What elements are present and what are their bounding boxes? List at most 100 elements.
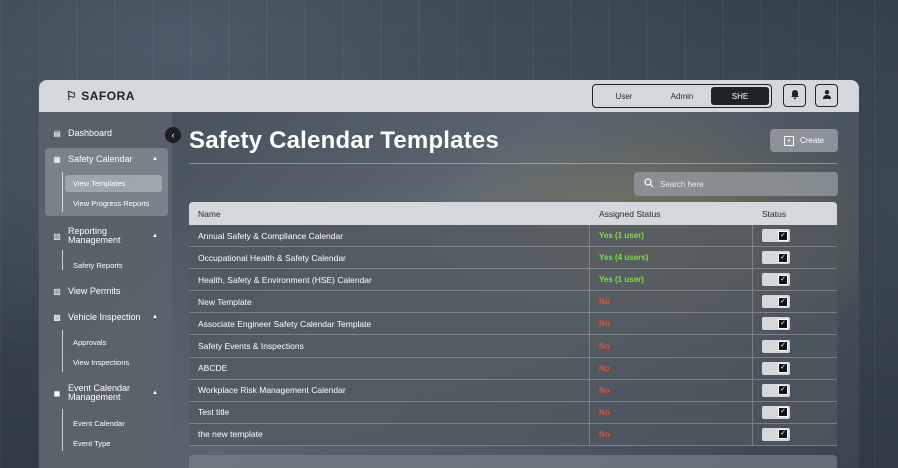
chevron-up-icon: ▲ <box>152 156 158 162</box>
bottom-panel <box>189 455 837 468</box>
sidebar-subitem-event-calendar[interactable]: Event Calendar <box>65 415 162 432</box>
status-toggle[interactable]: ✓ <box>762 383 790 397</box>
table-header: Name Assigned Status Status <box>189 202 837 225</box>
role-switcher: User Admin SHE <box>592 84 772 108</box>
assigned-status: No <box>590 423 753 445</box>
template-name[interactable]: Health, Safety & Environment (HSE) Calen… <box>189 269 590 291</box>
template-name[interactable]: the new template <box>189 423 590 445</box>
template-name[interactable]: Safety Events & Inspections <box>189 335 590 357</box>
calendar-icon: ▦ <box>53 154 61 164</box>
checkmark-icon: ✓ <box>778 230 788 241</box>
search-icon <box>644 177 654 191</box>
table-row[interactable]: Health, Safety & Environment (HSE) Calen… <box>189 269 837 292</box>
checkmark-icon: ✓ <box>778 341 788 352</box>
table-row[interactable]: Test title No ✓ <box>189 401 837 424</box>
sidebar-item-label: Vehicle Inspection <box>68 312 141 322</box>
table-row[interactable]: Safety Events & Inspections No ✓ <box>189 335 837 358</box>
sidebar-item-reporting-management[interactable]: ▧ Reporting Management ▲ <box>45 225 168 247</box>
checkmark-icon: ✓ <box>778 363 788 374</box>
sidebar-subitem-view-inspections[interactable]: View Inspections <box>65 354 162 371</box>
column-header-status[interactable]: Status <box>753 209 837 219</box>
status-toggle[interactable]: ✓ <box>762 427 790 441</box>
plus-icon: + <box>783 135 794 146</box>
sidebar-subitem-view-progress-reports[interactable]: View Progress Reports <box>65 195 162 212</box>
sidebar-item-vehicle-inspection[interactable]: ▩ Vehicle Inspection ▲ <box>45 308 168 326</box>
dashboard-icon: ▤ <box>53 128 61 138</box>
sidebar-subitem-view-templates[interactable]: View Templates <box>65 175 162 192</box>
permit-icon: ▨ <box>53 286 61 296</box>
assigned-status: Yes (4 users) <box>590 247 753 269</box>
sidebar-item-label: View Permits <box>68 286 121 296</box>
status-toggle[interactable]: ✓ <box>762 295 790 309</box>
chevron-up-icon: ▲ <box>152 389 158 396</box>
assigned-status: No <box>590 357 753 379</box>
sidebar-collapse-button[interactable]: ‹ <box>165 127 181 143</box>
checkmark-icon: ✓ <box>778 274 788 285</box>
role-she-tab[interactable]: SHE <box>711 87 769 105</box>
sidebar-item-label: Safety Calendar <box>68 154 133 164</box>
submenu-line <box>62 250 63 270</box>
sidebar-item-dashboard[interactable]: ▤ Dashboard <box>45 124 168 142</box>
sidebar-item-event-calendar-management[interactable]: ◼ Event Calendar Management ▲ <box>45 382 168 404</box>
report-icon: ▧ <box>53 231 61 241</box>
table-row[interactable]: ABCDE No ✓ <box>189 357 837 380</box>
status-toggle[interactable]: ✓ <box>762 317 790 331</box>
template-name[interactable]: Occupational Health & Safety Calendar <box>189 247 590 269</box>
status-toggle[interactable]: ✓ <box>762 405 790 419</box>
sidebar-item-label: Dashboard <box>68 128 113 138</box>
safora-logo-icon: ⚐ <box>66 89 78 103</box>
status-toggle[interactable]: ✓ <box>762 229 790 243</box>
templates-table: Name Assigned Status Status Annual Safet… <box>189 202 837 446</box>
brand-name: SAFORA <box>81 89 135 103</box>
table-row[interactable]: the new template No ✓ <box>189 423 837 446</box>
status-toggle[interactable]: ✓ <box>762 273 790 287</box>
top-bar: ⚐ SAFORA User Admin SHE <box>39 80 859 112</box>
profile-button[interactable] <box>815 84 838 107</box>
logo[interactable]: ⚐ SAFORA <box>66 89 135 103</box>
status-cell: ✓ <box>753 383 837 397</box>
sidebar-item-safety-calendar[interactable]: ▦ Safety Calendar ▲ <box>45 150 168 168</box>
template-name[interactable]: New Template <box>189 291 590 313</box>
assigned-status: No <box>590 379 753 401</box>
sidebar-subitem-safety-reports[interactable]: Safety Reports <box>65 257 162 274</box>
sidebar-item-label: Reporting Management <box>68 226 121 245</box>
status-toggle[interactable]: ✓ <box>762 251 790 265</box>
status-toggle[interactable]: ✓ <box>762 339 790 353</box>
sidebar-item-view-permits[interactable]: ▨ View Permits <box>45 282 168 300</box>
assigned-status: No <box>590 401 753 423</box>
inspection-icon: ▩ <box>53 312 61 322</box>
create-button[interactable]: + Create <box>770 129 838 152</box>
table-row[interactable]: Associate Engineer Safety Calendar Templ… <box>189 313 837 336</box>
role-user-tab[interactable]: User <box>595 87 653 105</box>
table-row[interactable]: New Template No ✓ <box>189 291 837 314</box>
sidebar-item-label: Event Calendar Management <box>68 383 131 402</box>
user-icon <box>822 89 832 103</box>
table-body: Annual Safety & Compliance Calendar Yes (… <box>189 225 837 446</box>
status-cell: ✓ <box>753 317 837 331</box>
sidebar-subitem-event-type[interactable]: Event Type <box>65 435 162 452</box>
status-cell: ✓ <box>753 339 837 353</box>
table-row[interactable]: Workplace Risk Management Calendar No ✓ <box>189 379 837 402</box>
checkmark-icon: ✓ <box>778 385 788 396</box>
sidebar-subitem-approvals[interactable]: Approvals <box>65 334 162 351</box>
role-admin-tab[interactable]: Admin <box>653 87 711 105</box>
table-row[interactable]: Occupational Health & Safety Calendar Yes… <box>189 247 837 270</box>
status-toggle[interactable]: ✓ <box>762 361 790 375</box>
column-header-name[interactable]: Name <box>189 209 590 219</box>
template-name[interactable]: Annual Safety & Compliance Calendar <box>189 225 590 247</box>
checkmark-icon: ✓ <box>778 429 788 440</box>
assigned-status: No <box>590 313 753 335</box>
template-name[interactable]: Workplace Risk Management Calendar <box>189 379 590 401</box>
status-cell: ✓ <box>753 295 837 309</box>
column-header-assigned-status[interactable]: Assigned Status <box>590 209 753 219</box>
template-name[interactable]: Test title <box>189 401 590 423</box>
template-name[interactable]: ABCDE <box>189 357 590 379</box>
status-cell: ✓ <box>753 405 837 419</box>
table-row[interactable]: Annual Safety & Compliance Calendar Yes (… <box>189 225 837 248</box>
assigned-status: Yes (1 user) <box>590 225 753 247</box>
notifications-button[interactable] <box>783 84 806 107</box>
page-title: Safety Calendar Templates <box>189 127 500 154</box>
search-input[interactable] <box>660 179 820 189</box>
status-cell: ✓ <box>753 229 837 243</box>
template-name[interactable]: Associate Engineer Safety Calendar Templ… <box>189 313 590 335</box>
